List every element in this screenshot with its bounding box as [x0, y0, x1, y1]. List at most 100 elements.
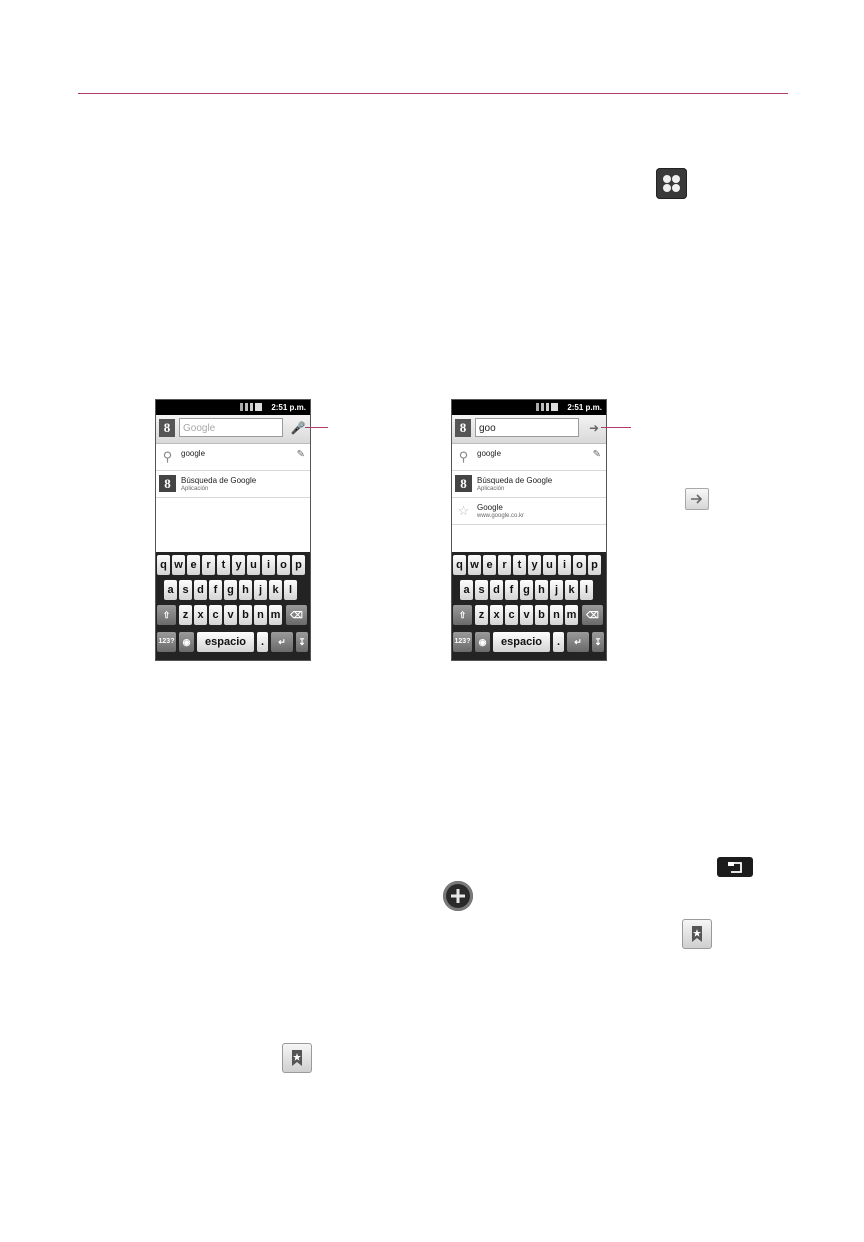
symbols-key[interactable]: 123? [157, 632, 176, 652]
key[interactable]: f [209, 580, 222, 600]
suggestion-row[interactable]: ⚲ google ✎ [156, 444, 310, 471]
status-bar: 2:51 p.m. [156, 400, 310, 415]
key[interactable]: p [588, 555, 601, 575]
tabs-icon [717, 857, 753, 877]
key[interactable]: n [254, 605, 267, 625]
suggestion-row[interactable]: ⚲ google ✎ [452, 444, 606, 471]
key[interactable]: w [468, 555, 481, 575]
mic-icon[interactable]: 🎤 [289, 419, 307, 437]
shift-key-icon[interactable]: ⇧ [453, 605, 472, 625]
enter-key-icon[interactable]: ↵ [271, 632, 293, 652]
key[interactable]: k [565, 580, 578, 600]
period-key[interactable]: . [257, 632, 268, 652]
enter-key-icon[interactable]: ↵ [567, 632, 589, 652]
key[interactable]: a [460, 580, 473, 600]
key[interactable]: v [520, 605, 533, 625]
key[interactable]: v [224, 605, 237, 625]
shift-key-icon[interactable]: ⇧ [157, 605, 176, 625]
backspace-key-icon[interactable]: ⌫ [582, 605, 603, 625]
search-input[interactable]: goo [475, 418, 579, 437]
bookmark-icon [282, 1043, 312, 1073]
key[interactable]: x [490, 605, 503, 625]
status-time: 2:51 p.m. [271, 403, 306, 412]
suggestion-subtitle: www.google.co.kr [477, 513, 525, 519]
key[interactable]: e [483, 555, 496, 575]
key[interactable]: o [573, 555, 586, 575]
suggestion-subtitle: Aplicación [181, 486, 209, 492]
key[interactable]: l [580, 580, 593, 600]
suggestion-row[interactable]: 8 Búsqueda de Google Aplicación [156, 471, 310, 498]
key[interactable]: c [505, 605, 518, 625]
key[interactable]: r [498, 555, 511, 575]
key[interactable]: j [254, 580, 267, 600]
apps-icon [656, 168, 687, 199]
google-logo-icon[interactable]: 8 [455, 419, 471, 437]
globe-key-icon[interactable]: ◉ [179, 632, 194, 652]
key[interactable]: f [505, 580, 518, 600]
hide-keyboard-icon[interactable]: ↧ [296, 632, 308, 652]
key[interactable]: i [558, 555, 571, 575]
key[interactable]: b [239, 605, 252, 625]
key[interactable]: z [475, 605, 488, 625]
key[interactable]: s [179, 580, 192, 600]
key[interactable]: z [179, 605, 192, 625]
key[interactable]: i [262, 555, 275, 575]
key[interactable]: a [164, 580, 177, 600]
key[interactable]: h [239, 580, 252, 600]
pencil-icon[interactable]: ✎ [593, 449, 601, 460]
suggestion-title: google [181, 449, 206, 458]
status-time: 2:51 p.m. [567, 403, 602, 412]
key[interactable]: l [284, 580, 297, 600]
key[interactable]: g [224, 580, 237, 600]
key[interactable]: m [269, 605, 282, 625]
key[interactable]: e [187, 555, 200, 575]
space-key[interactable]: espacio [493, 632, 550, 652]
key[interactable]: q [453, 555, 466, 575]
key[interactable]: c [209, 605, 222, 625]
key[interactable]: n [550, 605, 563, 625]
key[interactable]: d [490, 580, 503, 600]
suggestion-row[interactable]: ☆ Google www.google.co.kr [452, 498, 606, 525]
key[interactable]: b [535, 605, 548, 625]
arrow-right-icon[interactable]: ➜ [585, 419, 603, 437]
key[interactable]: t [217, 555, 230, 575]
suggestion-row[interactable]: 8 Búsqueda de Google Aplicación [452, 471, 606, 498]
key[interactable]: r [202, 555, 215, 575]
globe-key-icon[interactable]: ◉ [475, 632, 490, 652]
keyboard: q w e r t y u i o p a s d f g h j k l ⇧ … [452, 552, 606, 660]
key[interactable]: u [247, 555, 260, 575]
header-rule [78, 93, 788, 94]
search-input[interactable]: Google [179, 418, 283, 437]
key[interactable]: g [520, 580, 533, 600]
suggestion-subtitle: Aplicación [477, 486, 505, 492]
suggestion-title: google [477, 449, 502, 458]
key[interactable]: p [292, 555, 305, 575]
key[interactable]: u [543, 555, 556, 575]
key[interactable]: s [475, 580, 488, 600]
search-icon: ⚲ [162, 449, 173, 464]
google-app-icon: 8 [455, 475, 472, 492]
space-key[interactable]: espacio [197, 632, 254, 652]
plus-icon [443, 881, 473, 911]
key[interactable]: h [535, 580, 548, 600]
callout-line-arrow [601, 427, 631, 428]
key[interactable]: j [550, 580, 563, 600]
key[interactable]: y [232, 555, 245, 575]
key[interactable]: y [528, 555, 541, 575]
key[interactable]: w [172, 555, 185, 575]
search-icon: ⚲ [458, 449, 469, 464]
period-key[interactable]: . [553, 632, 564, 652]
key[interactable]: q [157, 555, 170, 575]
key[interactable]: d [194, 580, 207, 600]
hide-keyboard-icon[interactable]: ↧ [592, 632, 604, 652]
key[interactable]: k [269, 580, 282, 600]
key[interactable]: m [565, 605, 578, 625]
google-logo-icon[interactable]: 8 [159, 419, 175, 437]
key[interactable]: x [194, 605, 207, 625]
pencil-icon[interactable]: ✎ [297, 449, 305, 460]
key[interactable]: o [277, 555, 290, 575]
symbols-key[interactable]: 123? [453, 632, 472, 652]
key[interactable]: t [513, 555, 526, 575]
callout-line-mic [305, 427, 328, 428]
backspace-key-icon[interactable]: ⌫ [286, 605, 307, 625]
